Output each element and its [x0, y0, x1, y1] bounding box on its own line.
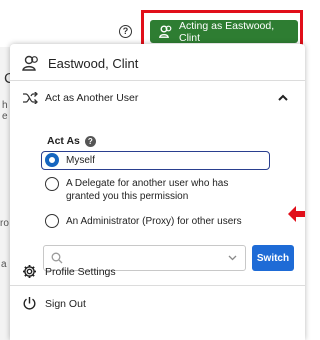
act-as-heading: Act As ?	[47, 135, 96, 147]
background-text: e	[2, 111, 8, 122]
search-icon	[51, 252, 63, 264]
help-icon[interactable]: ?	[119, 25, 132, 38]
divider	[10, 285, 305, 286]
users-icon	[22, 55, 38, 71]
background-text: a	[1, 259, 7, 270]
arrow-annotation-shaft	[296, 211, 305, 217]
background-text: ro	[0, 218, 9, 229]
option-delegate-label[interactable]: A Delegate for another user who has gran…	[66, 177, 246, 203]
background-text: h	[2, 100, 8, 111]
help-info-icon[interactable]: ?	[84, 135, 96, 147]
act-as-another-user-toggle[interactable]: Act as Another User	[22, 92, 300, 104]
profile-settings-label: Profile Settings	[45, 265, 116, 278]
option-myself-label[interactable]: Myself	[66, 154, 95, 167]
account-dropdown-panel: Eastwood, Clint Act as Another User Act …	[10, 44, 305, 340]
switch-button[interactable]: Switch	[252, 245, 294, 271]
act-as-another-user-label: Act as Another User	[45, 92, 139, 104]
profile-settings-item[interactable]: Profile Settings	[22, 264, 116, 279]
radio-myself[interactable]	[45, 153, 59, 167]
gear-icon	[23, 265, 36, 278]
user-name: Eastwood, Clint	[48, 55, 139, 71]
sign-out-item[interactable]: Sign Out	[22, 296, 86, 311]
sign-out-label: Sign Out	[45, 297, 86, 310]
act-as-label: Act As	[47, 135, 80, 147]
user-header: Eastwood, Clint	[22, 55, 138, 71]
power-icon	[23, 297, 36, 310]
chevron-down-icon[interactable]	[228, 255, 237, 261]
divider	[10, 80, 305, 81]
option-administrator-label[interactable]: An Administrator (Proxy) for other users	[66, 215, 242, 228]
chevron-up-icon[interactable]	[278, 94, 288, 101]
highlight-annotation	[141, 10, 303, 47]
radio-administrator[interactable]	[45, 214, 59, 228]
arrow-annotation	[288, 206, 296, 222]
radio-delegate[interactable]	[45, 177, 59, 191]
shuffle-icon	[23, 92, 38, 104]
